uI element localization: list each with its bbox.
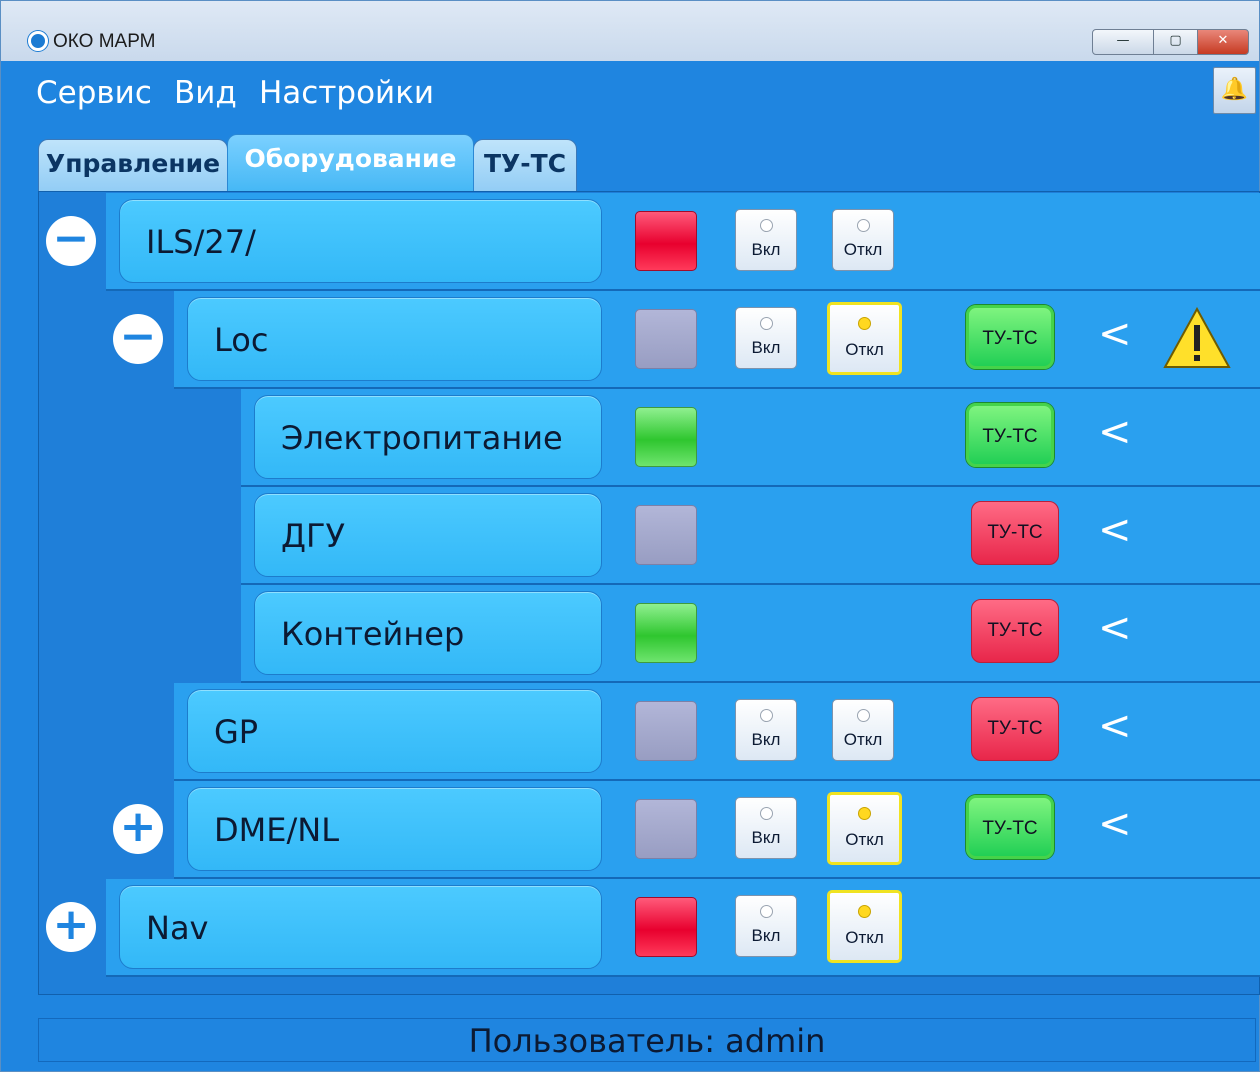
on-button-label: Вкл: [751, 926, 781, 945]
on-button[interactable]: Вкл: [735, 307, 797, 369]
node-label[interactable]: Электропитание: [254, 395, 602, 479]
window-title: ОКО МАРМ: [53, 31, 156, 52]
on-button[interactable]: Вкл: [735, 209, 797, 271]
chevron-left-icon[interactable]: <: [1098, 412, 1132, 453]
off-button-label: Откл: [845, 928, 884, 947]
indicator-dot-icon: [760, 709, 773, 722]
tutc-button[interactable]: ТУ-ТС: [971, 697, 1059, 761]
row-divider: [106, 975, 1260, 977]
chevron-left-icon[interactable]: <: [1098, 314, 1132, 355]
off-button-label: Откл: [845, 340, 884, 359]
tab-equipment[interactable]: Оборудование: [227, 134, 474, 191]
node-label[interactable]: GP: [187, 689, 602, 773]
tab-tutc[interactable]: ТУ-ТС: [473, 139, 577, 191]
on-button[interactable]: Вкл: [735, 895, 797, 957]
indicator-dot-icon: [760, 905, 773, 918]
indicator-dot-icon: [858, 905, 871, 918]
status-indicator: [635, 799, 697, 859]
collapse-icon[interactable]: −: [113, 314, 163, 364]
status-bar: Пользователь: admin: [38, 1018, 1256, 1062]
chevron-left-icon[interactable]: <: [1098, 510, 1132, 551]
title-bar: ОКО МАРМ — ▢ ✕: [1, 1, 1259, 61]
on-button-label: Вкл: [751, 828, 781, 847]
app-window: ОКО МАРМ — ▢ ✕ Сервис Вид Настройки 🔔 Уп…: [0, 0, 1260, 1072]
on-button-label: Вкл: [751, 338, 781, 357]
status-indicator: [635, 505, 697, 565]
status-indicator: [635, 407, 697, 467]
node-label[interactable]: ДГУ: [254, 493, 602, 577]
menu-settings[interactable]: Настройки: [259, 75, 434, 111]
indicator-dot-icon: [858, 317, 871, 330]
bell-icon: 🔔: [1220, 77, 1249, 102]
menu-view[interactable]: Вид: [174, 75, 237, 111]
status-indicator: [635, 211, 697, 271]
off-button[interactable]: Откл: [827, 792, 902, 865]
tutc-button[interactable]: ТУ-ТС: [971, 599, 1059, 663]
indicator-dot-icon: [760, 317, 773, 330]
off-button-label: Откл: [843, 240, 883, 259]
status-indicator: [635, 309, 697, 369]
off-button[interactable]: Откл: [832, 699, 894, 761]
off-button[interactable]: Откл: [827, 302, 902, 375]
expand-icon[interactable]: +: [46, 902, 96, 952]
node-label[interactable]: Контейнер: [254, 591, 602, 675]
node-label[interactable]: Loc: [187, 297, 602, 381]
on-button[interactable]: Вкл: [735, 797, 797, 859]
node-label[interactable]: DME/NL: [187, 787, 602, 871]
warning-icon: [1163, 306, 1231, 369]
indicator-dot-icon: [760, 807, 773, 820]
tutc-button[interactable]: ТУ-ТС: [971, 501, 1059, 565]
node-label[interactable]: Nav: [119, 885, 602, 969]
maximize-button[interactable]: ▢: [1153, 29, 1198, 55]
tab-control[interactable]: Управление: [38, 139, 228, 191]
collapse-icon[interactable]: −: [46, 216, 96, 266]
expand-icon[interactable]: +: [113, 804, 163, 854]
tutc-button[interactable]: ТУ-ТС: [966, 403, 1054, 467]
indicator-dot-icon: [760, 219, 773, 232]
on-button-label: Вкл: [751, 730, 781, 749]
node-label[interactable]: ILS/27/: [119, 199, 602, 283]
menu-service[interactable]: Сервис: [36, 75, 152, 111]
off-button[interactable]: Откл: [827, 890, 902, 963]
minimize-button[interactable]: —: [1092, 29, 1154, 55]
chevron-left-icon[interactable]: <: [1098, 706, 1132, 747]
off-button-label: Откл: [843, 730, 883, 749]
app-logo-icon: [28, 31, 48, 51]
status-indicator: [635, 603, 697, 663]
notifications-button[interactable]: 🔔: [1213, 67, 1256, 114]
status-indicator: [635, 897, 697, 957]
status-indicator: [635, 701, 697, 761]
tutc-button[interactable]: ТУ-ТС: [966, 795, 1054, 859]
menu-bar: Сервис Вид Настройки: [1, 65, 1259, 121]
off-button[interactable]: Откл: [832, 209, 894, 271]
indicator-dot-icon: [858, 807, 871, 820]
chevron-left-icon[interactable]: <: [1098, 608, 1132, 649]
on-button-label: Вкл: [751, 240, 781, 259]
chevron-left-icon[interactable]: <: [1098, 804, 1132, 845]
tutc-button[interactable]: ТУ-ТС: [966, 305, 1054, 369]
off-button-label: Откл: [845, 830, 884, 849]
close-button[interactable]: ✕: [1197, 29, 1249, 55]
indicator-dot-icon: [857, 709, 870, 722]
indicator-dot-icon: [857, 219, 870, 232]
on-button[interactable]: Вкл: [735, 699, 797, 761]
